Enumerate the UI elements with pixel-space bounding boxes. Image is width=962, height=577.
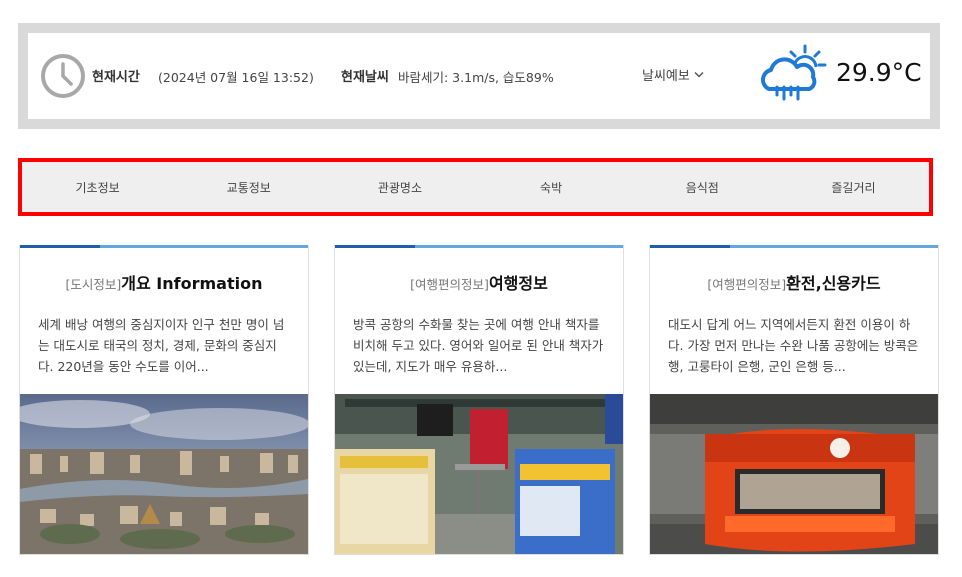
nav-item-transport[interactable]: 교통정보 (173, 162, 324, 212)
card-accent-bar (650, 245, 938, 248)
exchange-booth-photo[interactable] (650, 394, 938, 554)
info-card-overview[interactable]: [도시정보]개요 Information 세계 배낭 여행의 중심지이자 인구 … (19, 245, 309, 555)
nav-item-restaurants[interactable]: 음식점 (627, 162, 778, 212)
info-card-travel-info[interactable]: [여행편의정보]여행정보 방콕 공항의 수화물 찾는 곳에 여행 안내 책자를 … (334, 245, 624, 555)
card-category: [여행편의정보] (410, 277, 489, 292)
card-title[interactable]: [여행편의정보]여행정보 (335, 270, 623, 294)
forecast-label: 날씨예보 (642, 69, 690, 84)
card-accent-bar (335, 245, 623, 248)
info-card-currency-exchange[interactable]: [여행편의정보]환전,신용카드 대도시 답게 어느 지역에서든지 환전 이용이 … (649, 245, 939, 555)
current-weather-label: 현재날씨 (341, 70, 389, 85)
card-description: 대도시 답게 어느 지역에서든지 환전 이용이 하다. 가장 먼저 만나는 수완… (668, 317, 919, 374)
bangkok-city-photo[interactable] (20, 394, 308, 554)
nav-item-accommodation[interactable]: 숙박 (476, 162, 627, 212)
weather-panel: 현재시간 (2024년 07월 16일 13:52) 현재날씨 바람세기: 3.… (18, 23, 940, 129)
card-heading: 개요 Information (121, 274, 263, 293)
temperature-value: 29.9°C (836, 58, 922, 87)
nav-item-entertainment[interactable]: 즐길거리 (778, 162, 929, 212)
forecast-dropdown-button[interactable]: 날씨예보 (642, 65, 704, 84)
card-title[interactable]: [여행편의정보]환전,신용카드 (650, 270, 938, 294)
nav-item-attractions[interactable]: 관광명소 (324, 162, 475, 212)
category-nav: 기초정보 교통정보 관광명소 숙박 음식점 즐길거리 (18, 158, 933, 216)
nav-item-basic-info[interactable]: 기초정보 (22, 162, 173, 212)
current-weather-value: 바람세기: 3.1m/s, 습도89% (398, 70, 554, 85)
clock-icon (41, 54, 85, 98)
card-heading: 환전,신용카드 (786, 274, 881, 293)
weather-panel-inner: 현재시간 (2024년 07월 16일 13:52) 현재날씨 바람세기: 3.… (28, 33, 930, 119)
card-accent-bar (20, 245, 308, 248)
card-heading: 여행정보 (488, 274, 548, 293)
card-title[interactable]: [도시정보]개요 Information (20, 270, 308, 294)
chevron-down-icon (694, 71, 704, 78)
card-category: [여행편의정보] (707, 277, 787, 292)
current-time-value: (2024년 07월 16일 13:52) (158, 70, 314, 85)
card-description: 세계 배낭 여행의 중심지이자 인구 천만 명이 넘는 대도시로 태국의 정치,… (38, 317, 285, 374)
card-description: 방콕 공항의 수화물 찾는 곳에 여행 안내 책자를 비치해 두고 있다. 영어… (353, 317, 604, 374)
current-time-label: 현재시간 (92, 70, 140, 85)
card-category: [도시정보] (65, 277, 122, 292)
sun-cloud-rain-icon (760, 44, 827, 101)
airport-info-booth-photo[interactable] (335, 394, 623, 554)
